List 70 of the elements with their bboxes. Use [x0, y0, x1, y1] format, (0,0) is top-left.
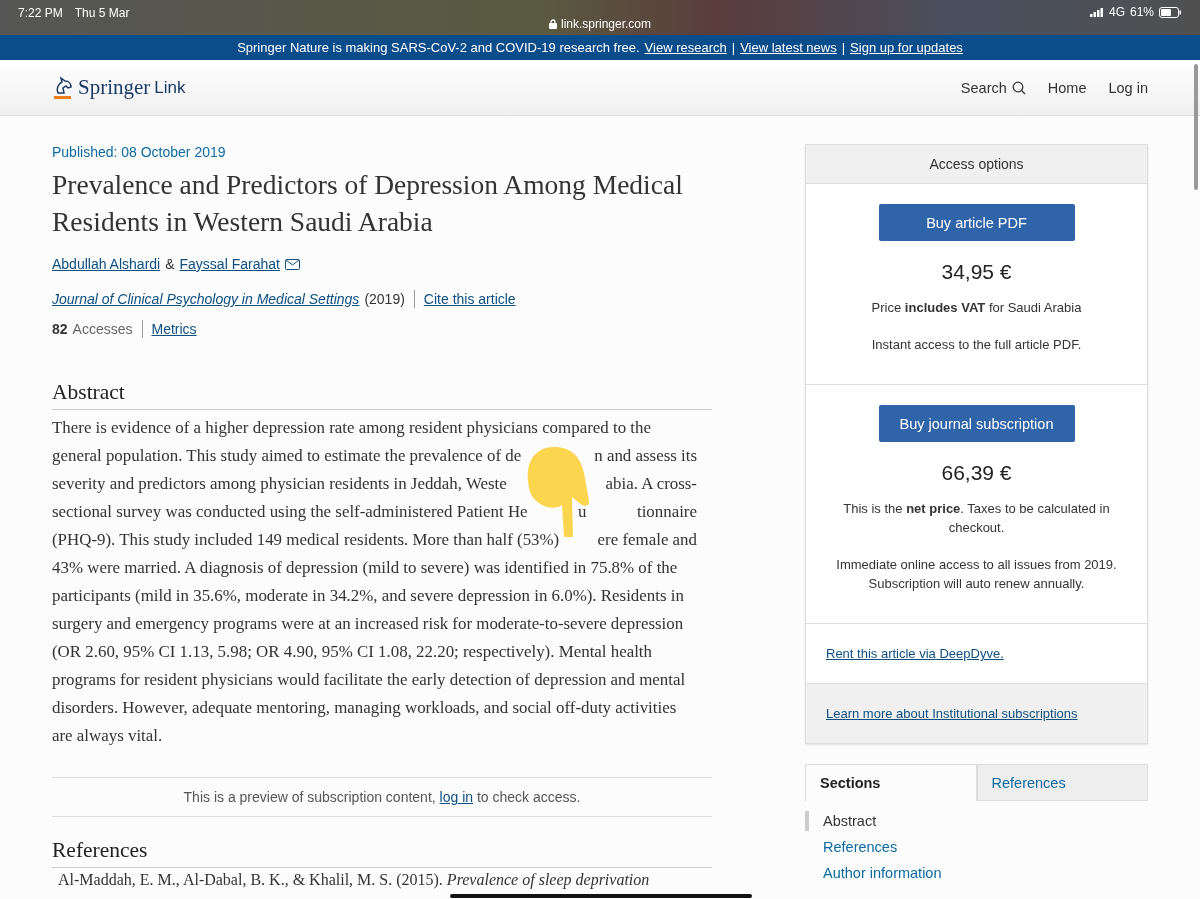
abstract-text: participants (mild in 35.6%, moderate in 34.2%, and severe depression in 6.0%). Residents in [52, 585, 684, 607]
lock-icon [548, 19, 557, 29]
network-label: 4G [1108, 5, 1125, 19]
section-link[interactable]: Abstract [805, 811, 1148, 831]
banner-link[interactable]: Sign up for updates [850, 40, 963, 55]
abstract-text: (PHQ-9). This study included 149 medical residents. More than half (53%) [52, 529, 560, 551]
horse-logo-icon [52, 74, 74, 101]
battery-icon [1159, 6, 1182, 18]
references-heading: References [52, 838, 712, 868]
battery-percent: 61% [1129, 5, 1154, 19]
price-note: This is the net price. Taxes to be calculated in checkout. [842, 500, 1111, 537]
address-bar[interactable]: link.springer.com [548, 17, 651, 31]
preview-notice: This is a preview of subscription content, log in to check access. [52, 777, 712, 817]
price-note: Immediate online access to all issues from 2019. Subscription will auto renew annually. [835, 556, 1118, 593]
price: 66,39 € [941, 461, 1012, 485]
author-link[interactable]: Fayssal Farahat [179, 256, 280, 272]
metrics-link[interactable]: Metrics [151, 321, 197, 337]
accesses-label: Accesses [72, 321, 133, 337]
nav-link[interactable]: Search [960, 79, 1026, 96]
banner-separator: | [731, 40, 736, 55]
reference-text: Al-Maddah, E. M., Al-Dabal, B. K., & Khalil, M. S. (2015). Prevalence of sleep deprivation [57, 870, 650, 889]
nav-link[interactable]: Home [1047, 79, 1087, 96]
abstract-text: severity and predictors among physician residents in Jeddah, Weste [52, 473, 507, 495]
abstract-text: ere female and [597, 529, 697, 551]
abstract-text: surgery and emergency programs were at an increased risk for moderate-to-severe depression [52, 613, 684, 635]
signal-icon [1089, 7, 1104, 17]
sidebar-tab[interactable]: References [976, 764, 1148, 801]
buy-button[interactable]: Buy article PDF [878, 204, 1075, 241]
login-link[interactable]: log in [439, 789, 474, 805]
abstract-text: general population. This study aimed to estimate the prevalence of de [52, 445, 522, 467]
logo-brand[interactable]: Springer [78, 75, 151, 100]
status-time: 7:22 PM [18, 6, 63, 20]
accesses-count: 82 [52, 321, 68, 337]
abstract-text: disorders. However, adequate mentoring, managing workloads, and social off-duty activities [52, 697, 677, 719]
banner-separator: | [841, 40, 846, 55]
abstract-text: 43% were married. A diagnosis of depression (mild to severe) was identified in 75.8% of the [52, 557, 678, 579]
author-joiner: & [165, 256, 175, 272]
cite-link[interactable]: Cite this article [423, 291, 516, 307]
abstract-text: are always vital. [52, 725, 163, 747]
banner-link[interactable]: View latest news [740, 40, 837, 55]
abstract-text: There is evidence of a higher depression rate among resident physicians compared to the [52, 417, 651, 439]
abstract-heading: Abstract [52, 380, 712, 410]
buy-button[interactable]: Buy journal subscription [878, 405, 1075, 442]
article-title: Prevalence and Predictors of Depression Among Medical Residents in Western Saudi Arabia [52, 168, 684, 239]
abstract-text: tionnaire [636, 501, 697, 523]
institutional-link[interactable]: Learn more about Institutional subscriptions [826, 706, 1078, 721]
price-note: Instant access to the full article PDF. [871, 336, 1082, 354]
journal-link[interactable]: Journal of Clinical Psychology in Medical Settings [52, 291, 360, 307]
abstract-text: (OR 2.60, 95% CI 1.13, 5.98; OR 4.90, 95% CI 1.08, 22.20; respectively). Mental health [52, 641, 652, 663]
search-icon [1011, 80, 1026, 95]
rent-link[interactable]: Rent this article via DeepDyve. [826, 646, 1004, 661]
abstract-text: n and assess its [594, 445, 697, 467]
banner-text: Springer Nature is making SARS-CoV-2 and COVID-19 research free. [237, 40, 640, 55]
section-link[interactable]: Author information [805, 863, 1148, 883]
section-link[interactable]: References [805, 837, 1148, 857]
abstract-text: sectional survey was conducted using the self-administered Patient He [52, 501, 528, 523]
banner-link[interactable]: View research [644, 40, 727, 55]
panel-title: Access options [806, 145, 1147, 184]
abstract-text: abia. A cross- [605, 473, 697, 495]
abstract-text: u [578, 501, 587, 523]
published-date: Published: 08 October 2019 [52, 144, 227, 160]
nav-link[interactable]: Log in [1108, 79, 1148, 96]
author-link[interactable]: Abdullah Alshardi [52, 256, 161, 272]
status-date: Thu 5 Mar [74, 6, 130, 20]
price-note: Price includes VAT for Saudi Arabia [871, 299, 1082, 317]
price: 34,95 € [941, 260, 1012, 284]
sidebar-tab[interactable]: Sections [805, 764, 977, 801]
journal-year: (2019) [364, 291, 405, 307]
abstract-text: programs for resident physicians would facilitate the early detection of depression and mental [52, 669, 686, 691]
logo-sub[interactable]: Link [154, 77, 186, 98]
